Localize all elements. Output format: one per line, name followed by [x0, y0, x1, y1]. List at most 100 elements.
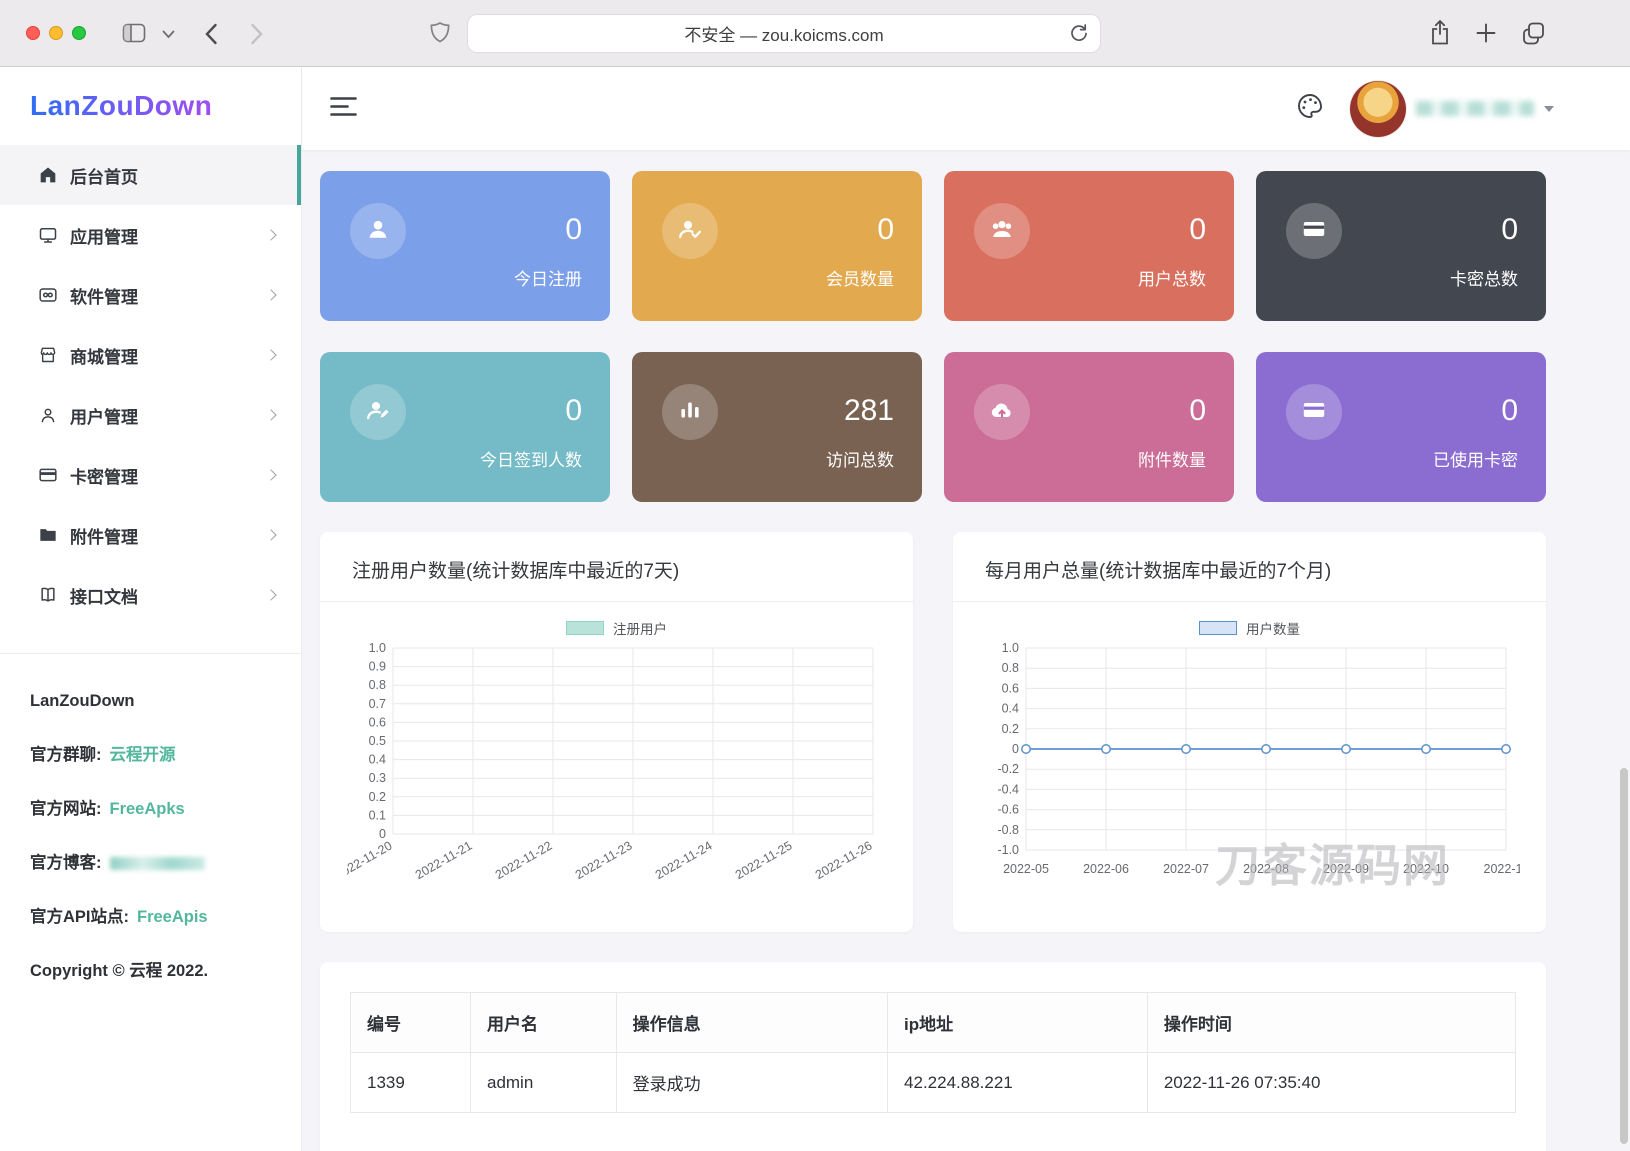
col-header-action: 操作信息	[615, 992, 889, 1053]
monthly-users-chart-panel: 每月用户总量(统计数据库中最近的7个月) 用户数量 -1.0 -0.8 -0.6 -0…	[953, 532, 1546, 932]
svg-text:2022-11: 2022-11	[1483, 862, 1519, 876]
svg-text:1.0: 1.0	[1001, 641, 1018, 655]
sidebar-toggle-icon[interactable]	[122, 22, 146, 44]
svg-text:1.0: 1.0	[368, 641, 385, 655]
stat-value: 0	[565, 213, 582, 246]
sidebar-item-dashboard[interactable]: 后台首页	[0, 145, 301, 205]
svg-text:2022-11-20: 2022-11-20	[347, 838, 395, 882]
svg-text:2022-06: 2022-06	[1083, 862, 1129, 876]
page-scrollbar[interactable]	[1620, 768, 1628, 1144]
stat-cards: 0 今日注册 0 会员数量 0 用户总数 0 卡密总数 0 今日签到人数 281…	[320, 171, 1546, 502]
svg-text:0.1: 0.1	[368, 808, 385, 822]
svg-text:0.8: 0.8	[368, 678, 385, 692]
sidebar-item-attachments[interactable]: 附件管理	[0, 505, 301, 565]
weekly-registrations-chart: 00.10.20.30.40.50.60.70.80.91.02022-11-2…	[347, 641, 875, 882]
sidebar-footer: LanZouDown 官方群聊: 云程开源 官方网站: FreeApks 官方博客:…	[0, 654, 301, 981]
stat-value: 281	[843, 394, 894, 427]
minimize-window-button[interactable]	[49, 26, 63, 40]
user-check-icon	[677, 216, 703, 247]
avatar[interactable]	[1350, 80, 1406, 137]
sidebar-item-mall[interactable]: 商城管理	[0, 325, 301, 385]
svg-text:0.3: 0.3	[368, 771, 385, 785]
zoom-window-button[interactable]	[72, 26, 86, 40]
chart-legend[interactable]: 注册用户	[320, 618, 913, 638]
reload-icon[interactable]	[1069, 23, 1089, 44]
card-icon	[38, 465, 58, 485]
copyright-text: Copyright © 云程 2022.	[30, 962, 209, 980]
stat-label: 卡密总数	[1450, 270, 1518, 289]
stat-label: 会员数量	[826, 270, 894, 289]
stat-value: 0	[565, 394, 582, 427]
svg-text:-0.6: -0.6	[997, 803, 1019, 817]
svg-text:2022-11-22: 2022-11-22	[492, 838, 554, 882]
sidebar-item-apps[interactable]: 应用管理	[0, 205, 301, 265]
user-menu[interactable]	[1350, 80, 1554, 137]
footer-api-link[interactable]: FreeApis	[137, 908, 208, 926]
sidebar-item-label: 软件管理	[70, 287, 138, 307]
chevron-right-icon	[265, 529, 277, 541]
cloud-upload-icon	[989, 397, 1015, 428]
chevron-right-icon	[265, 589, 277, 601]
col-header-id: 编号	[350, 992, 471, 1053]
chevron-right-icon	[265, 289, 277, 301]
footer-blog-link-redacted[interactable]	[109, 857, 205, 871]
svg-text:0.9: 0.9	[368, 660, 385, 674]
back-button[interactable]	[203, 22, 219, 46]
svg-text:0: 0	[1012, 742, 1019, 756]
stat-card-total-users: 0 用户总数	[944, 171, 1234, 321]
legend-label: 注册用户	[613, 622, 667, 637]
footer-api-label: 官方API站点:	[30, 908, 129, 926]
svg-text:0.7: 0.7	[368, 697, 385, 711]
footer-chat-link[interactable]: 云程开源	[110, 746, 176, 764]
stat-value: 0	[1501, 394, 1518, 427]
sidebar-item-api-docs[interactable]: 接口文档	[0, 565, 301, 625]
footer-site-link[interactable]: FreeApks	[110, 800, 185, 818]
sidebar-item-label: 用户管理	[70, 407, 138, 427]
sidebar-item-label: 接口文档	[70, 587, 138, 607]
stat-value: 0	[1189, 213, 1206, 246]
chevron-down-icon[interactable]	[162, 30, 175, 39]
svg-text:2022-11-21: 2022-11-21	[412, 838, 474, 882]
svg-text:-0.4: -0.4	[997, 782, 1019, 796]
stat-card-today-registrations: 0 今日注册	[320, 171, 610, 321]
svg-text:2022-11-23: 2022-11-23	[572, 838, 634, 882]
svg-text:-0.8: -0.8	[997, 823, 1019, 837]
sidebar-item-label: 应用管理	[70, 227, 138, 247]
chevron-right-icon	[265, 229, 277, 241]
svg-text:-1.0: -1.0	[997, 843, 1019, 857]
svg-text:0.2: 0.2	[1001, 722, 1018, 736]
app-header	[302, 67, 1630, 150]
svg-text:2022-07: 2022-07	[1163, 862, 1209, 876]
address-bar[interactable]: 不安全 — zou.koicms.com	[468, 15, 1100, 52]
svg-text:2022-09: 2022-09	[1323, 862, 1369, 876]
chart-title: 每月用户总量(统计数据库中最近的7个月)	[953, 532, 1546, 602]
theme-palette-icon[interactable]	[1296, 92, 1324, 125]
tab-overview-icon[interactable]	[1521, 21, 1546, 46]
window-controls[interactable]	[26, 26, 86, 40]
card-icon	[1301, 216, 1327, 247]
weekly-registrations-chart-panel: 注册用户数量(统计数据库中最近的7天) 注册用户 0 0.1 0.2 0.3 0.4 0.…	[320, 532, 913, 932]
new-tab-icon[interactable]	[1475, 22, 1497, 44]
sidebar-item-users[interactable]: 用户管理	[0, 385, 301, 445]
chevron-right-icon	[265, 409, 277, 421]
sidebar-item-label: 后台首页	[70, 167, 138, 187]
app-logo: LanZouDown	[30, 90, 213, 121]
chart-legend[interactable]: 用户数量	[953, 618, 1546, 638]
stat-label: 今日注册	[514, 270, 582, 289]
close-window-button[interactable]	[26, 26, 40, 40]
hamburger-menu-icon[interactable]	[330, 96, 357, 122]
chevron-right-icon	[265, 469, 277, 481]
legend-label: 用户数量	[1246, 622, 1300, 637]
cell-id: 1339	[350, 1052, 471, 1113]
svg-text:2022-11-24: 2022-11-24	[652, 838, 714, 882]
sidebar-item-label: 附件管理	[70, 527, 138, 547]
footer-title: LanZouDown	[30, 692, 135, 710]
stat-card-member-count: 0 会员数量	[632, 171, 922, 321]
sidebar-item-cards[interactable]: 卡密管理	[0, 445, 301, 505]
stat-label: 已使用卡密	[1433, 451, 1518, 470]
stat-label: 附件数量	[1138, 451, 1206, 470]
forward-button[interactable]	[249, 22, 265, 46]
share-icon[interactable]	[1428, 18, 1452, 48]
privacy-shield-icon[interactable]	[429, 21, 451, 47]
sidebar-item-software[interactable]: 软件管理	[0, 265, 301, 325]
